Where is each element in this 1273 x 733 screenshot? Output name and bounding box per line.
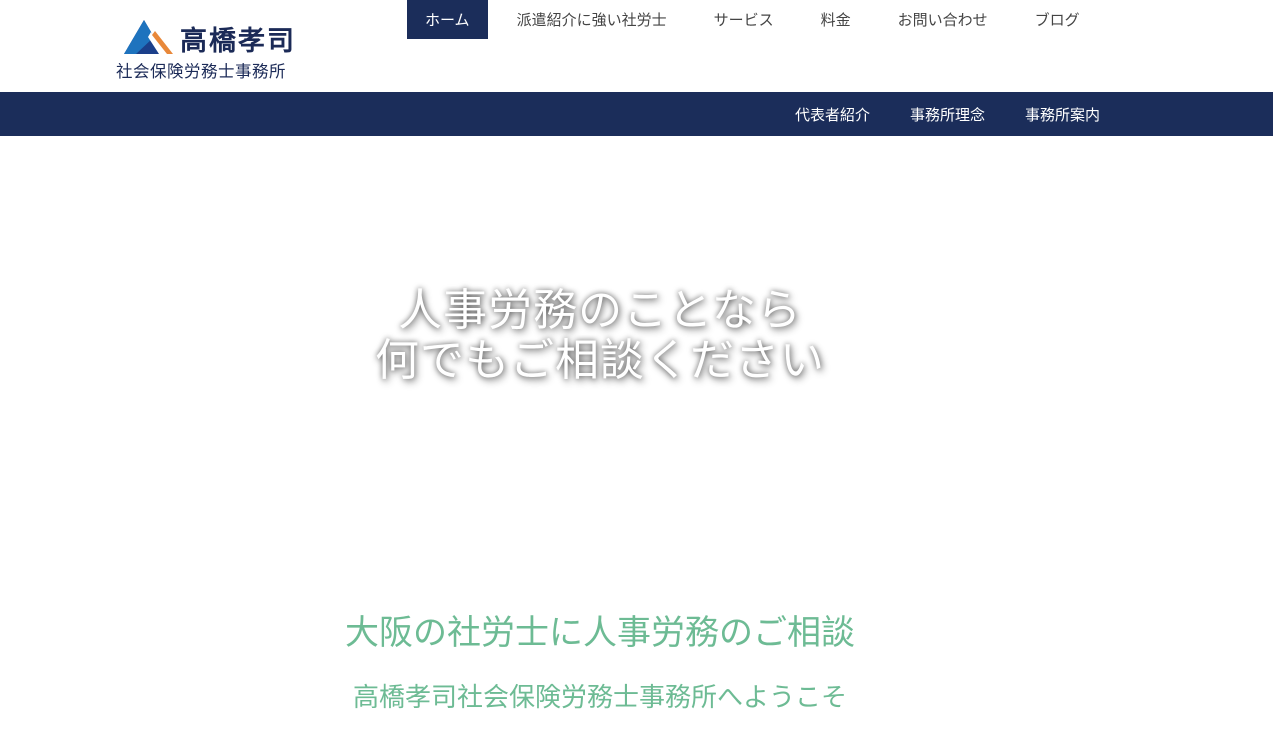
sub-nav-item-representative[interactable]: 代表者紹介 [775, 92, 890, 136]
site-header: 高橋孝司 社会保険労務士事務所 ホーム 派遣紹介に強い社労士 サービス 料金 お… [0, 0, 1273, 92]
nav-item-dispatch[interactable]: 派遣紹介に強い社労士 [499, 0, 685, 39]
intro-subheading: 高橋孝司社会保険労務士事務所へようこそ [352, 683, 847, 713]
intro-heading: 大阪の社労士に人事労務のご相談 [345, 613, 855, 653]
nav-item-pricing[interactable]: 料金 [803, 0, 869, 39]
hero-line-2: 何でもご相談ください [375, 335, 825, 386]
hero-headline: 人事労務のことなら 何でもご相談ください [300, 286, 900, 386]
hero-section: 人事労務のことなら 何でもご相談ください [0, 136, 1273, 576]
nav-item-blog[interactable]: ブログ [1017, 0, 1098, 39]
nav-item-service[interactable]: サービス [696, 0, 792, 39]
logo-subtitle: 社会保険労務士事務所 [116, 62, 286, 81]
site-logo[interactable]: 高橋孝司 社会保険労務士事務所 [116, 16, 326, 82]
hero-line-1: 人事労務のことなら [398, 285, 802, 336]
logo-name: 高橋孝司 [180, 26, 296, 57]
nav-item-contact[interactable]: お問い合わせ [880, 0, 1006, 39]
sub-nav-item-office[interactable]: 事務所案内 [1005, 92, 1120, 136]
nav-item-home[interactable]: ホーム [407, 0, 488, 39]
sub-nav-item-philosophy[interactable]: 事務所理念 [890, 92, 1005, 136]
sub-nav: 代表者紹介 事務所理念 事務所案内 [775, 92, 1120, 136]
sub-nav-bar: 代表者紹介 事務所理念 事務所案内 [0, 92, 1273, 136]
main-nav: ホーム 派遣紹介に強い社労士 サービス 料金 お問い合わせ ブログ [407, 0, 1098, 39]
triangle-logo-icon [124, 20, 173, 54]
